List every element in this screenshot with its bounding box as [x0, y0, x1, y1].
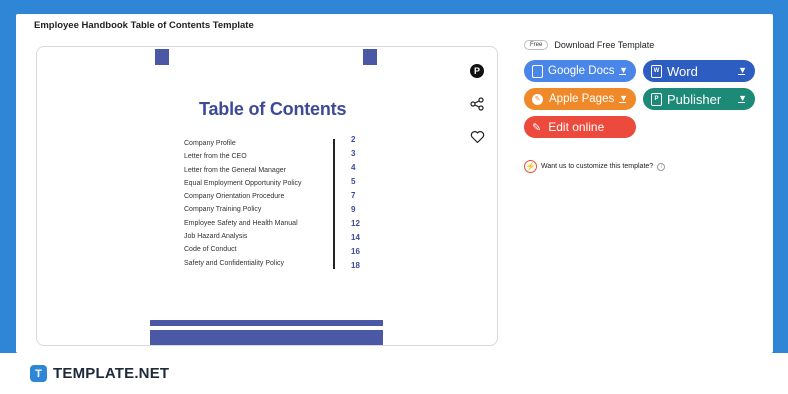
- template-logo-icon: T: [30, 365, 47, 382]
- customize-link[interactable]: ⚡ Want us to customize this template? i: [524, 160, 755, 173]
- word-button[interactable]: W Word ▼: [643, 60, 755, 82]
- lightning-icon: ⚡: [524, 160, 537, 173]
- template-preview[interactable]: Table of Contents Company Profile Letter…: [36, 46, 498, 346]
- preview-actions: P: [467, 61, 487, 160]
- download-arrow-icon: ▼: [619, 93, 628, 103]
- publisher-label: Publisher: [667, 91, 722, 107]
- apple-pages-icon: ✎: [532, 93, 543, 105]
- toc-item: Safety and Confidentiality Policy: [184, 259, 284, 267]
- free-badge: Free: [524, 40, 549, 50]
- footer: T TEMPLATE.NET: [0, 353, 788, 394]
- edit-online-button[interactable]: ✎ Edit online: [524, 116, 636, 138]
- google-docs-label: Google Docs: [548, 65, 615, 77]
- publisher-icon: P: [651, 92, 662, 106]
- toc-item: Equal Employment Opportunity Policy: [184, 179, 302, 187]
- page-title: Employee Handbook Table of Contents Temp…: [34, 20, 254, 31]
- download-panel: Free Download Free Template Google Docs …: [524, 40, 755, 173]
- toc-page-number: 9: [351, 205, 356, 214]
- toc-item: Code of Conduct: [184, 246, 237, 254]
- decorative-bar: [150, 320, 383, 326]
- toc-divider: [333, 139, 335, 269]
- share-icon[interactable]: [467, 94, 487, 114]
- template-card: Employee Handbook Table of Contents Temp…: [16, 14, 773, 353]
- toc-item: Employee Safety and Health Manual: [184, 219, 298, 227]
- download-arrow-icon: ▼: [738, 93, 747, 103]
- toc-page-number: 16: [351, 247, 360, 256]
- apple-pages-label: Apple Pages: [549, 93, 615, 105]
- word-label: Word: [667, 63, 698, 79]
- google-docs-icon: [532, 64, 543, 78]
- pencil-icon: ✎: [532, 121, 542, 134]
- toc-page-number: 12: [351, 219, 360, 228]
- decorative-square: [155, 49, 169, 65]
- toc-page-number: 18: [351, 261, 360, 270]
- toc-page-number: 7: [351, 191, 356, 200]
- decorative-square: [363, 49, 377, 65]
- toc-page-number: 2: [351, 135, 356, 144]
- download-label: Download Free Template: [554, 40, 655, 50]
- pinterest-icon[interactable]: P: [467, 61, 487, 81]
- brand-name: TEMPLATE.NET: [53, 365, 170, 382]
- edit-online-label: Edit online: [548, 120, 605, 134]
- toc-item: Company Profile: [184, 140, 236, 147]
- toc-item: Job Hazard Analysis: [184, 233, 248, 241]
- apple-pages-button[interactable]: ✎ Apple Pages ▼: [524, 88, 636, 110]
- download-arrow-icon: ▼: [619, 65, 628, 75]
- toc-item: Company Orientation Procedure: [184, 193, 285, 201]
- customize-text: Want us to customize this template?: [541, 163, 654, 170]
- heart-icon[interactable]: [467, 127, 487, 147]
- decorative-bar: [150, 330, 383, 345]
- toc-page-number: 14: [351, 233, 360, 242]
- toc-item: Company Training Policy: [184, 206, 262, 214]
- toc-item: Letter from the General Manager: [184, 166, 286, 174]
- toc-page-numbers: 2 3 4 5 7 9 12 14 16 18: [351, 133, 360, 273]
- toc-page-number: 5: [351, 177, 356, 186]
- toc-page-number: 3: [351, 149, 356, 158]
- info-icon[interactable]: i: [657, 162, 666, 171]
- toc-page-number: 4: [351, 163, 356, 172]
- toc-items: Company Profile Letter from the CEO Lett…: [184, 137, 302, 270]
- publisher-button[interactable]: P Publisher ▼: [643, 88, 755, 110]
- google-docs-button[interactable]: Google Docs ▼: [524, 60, 636, 82]
- word-icon: W: [651, 64, 662, 78]
- toc-item: Letter from the CEO: [184, 153, 247, 161]
- toc-title: Table of Contents: [199, 99, 347, 119]
- download-arrow-icon: ▼: [738, 65, 747, 75]
